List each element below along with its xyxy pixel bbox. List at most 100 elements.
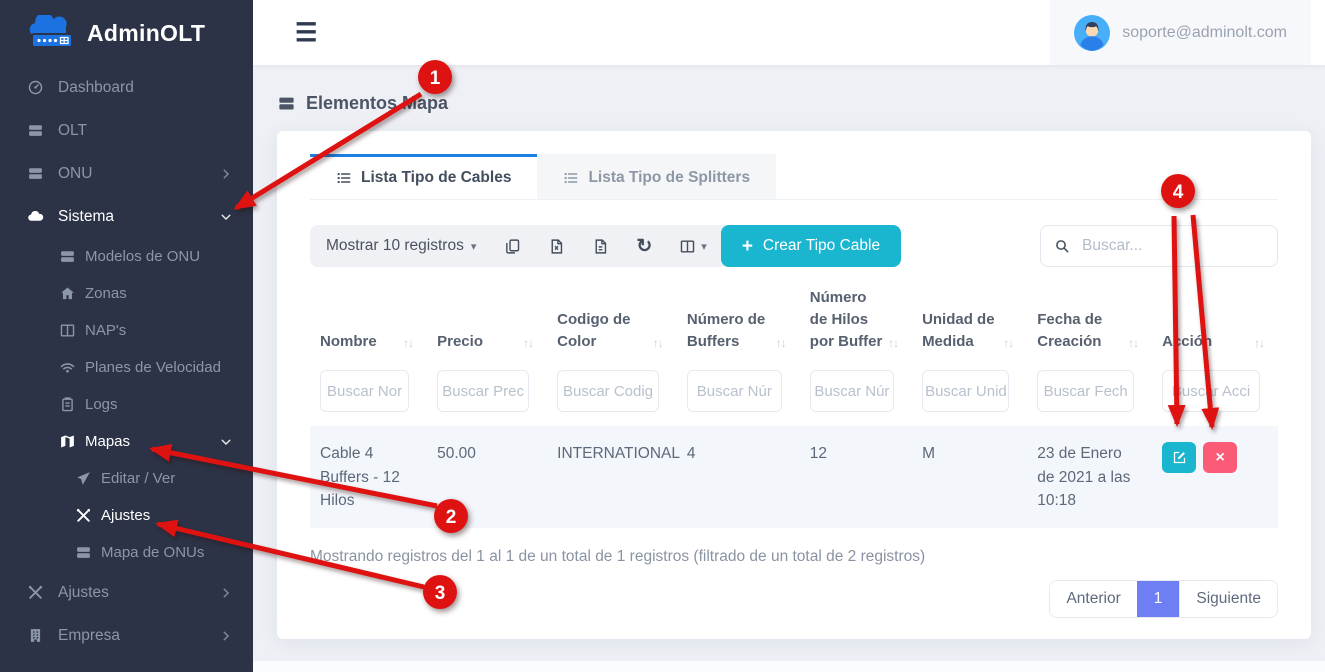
tab-lista-tipo-de-splitters[interactable]: Lista Tipo de Splitters (537, 154, 776, 199)
filter-accion-input[interactable] (1162, 370, 1260, 412)
send-icon (72, 470, 94, 487)
tab-bar: Lista Tipo de Cables Lista Tipo de Split… (310, 154, 1278, 200)
sidebar-item-zonas[interactable]: Zonas (0, 275, 253, 312)
cell-fecha: 23 de Enero de 2021 a las 10:18 (1027, 426, 1152, 528)
brand-logo-icon (26, 15, 78, 51)
pagination-page-1[interactable]: 1 (1137, 581, 1180, 617)
mapas-submenu: Editar / Ver Ajustes Mapa de ONUs (0, 460, 253, 571)
edit-button[interactable] (1162, 442, 1196, 473)
create-tipo-cable-button[interactable]: + Crear Tipo Cable (721, 225, 901, 267)
map-icon (56, 433, 78, 450)
chevron-right-icon (219, 586, 233, 600)
card: Lista Tipo de Cables Lista Tipo de Split… (277, 131, 1311, 639)
column-header-fecha-de-creacion[interactable]: Fecha de Creación↑↓ (1027, 281, 1152, 364)
filter-hilos-input[interactable] (810, 370, 894, 412)
sidebar-item-empresa[interactable]: Empresa (0, 614, 253, 657)
sidebar-item-ajustes[interactable]: Ajustes (0, 571, 253, 614)
server-icon (277, 94, 296, 113)
sort-icon: ↑↓ (888, 335, 898, 352)
refresh-button[interactable]: ↻ (636, 237, 652, 256)
list-icon (563, 170, 579, 186)
chevron-right-icon (219, 629, 233, 643)
sidebar-item-logs[interactable]: Logs (0, 386, 253, 423)
server-icon (56, 248, 78, 265)
column-header-unidad-de-medida[interactable]: Unidad de Medida↑↓ (912, 281, 1027, 364)
filter-precio-input[interactable] (437, 370, 529, 412)
brand[interactable]: AdminOLT (0, 0, 253, 66)
sort-icon: ↑↓ (1128, 335, 1138, 352)
sidebar-item-naps[interactable]: NAP's (0, 312, 253, 349)
filter-buffers-input[interactable] (687, 370, 782, 412)
column-header-codigo-de-color[interactable]: Codigo de Color↑↓ (547, 281, 677, 364)
main-area: ☰ soporte@adminolt.com Elementos Mapa (253, 0, 1325, 672)
sidebar-item-dashboard[interactable]: Dashboard (0, 66, 253, 109)
sidebar-item-mapas[interactable]: Mapas (0, 423, 253, 460)
user-email: soporte@adminolt.com (1122, 24, 1287, 42)
close-icon: × (1215, 449, 1224, 467)
column-header-numero-de-buffers[interactable]: Número de Buffers↑↓ (677, 281, 800, 364)
edit-icon (1172, 450, 1187, 465)
user-menu[interactable]: soporte@adminolt.com (1050, 0, 1311, 65)
content-area: Elementos Mapa Lista Tipo de Cables List… (253, 65, 1325, 672)
page-title: Elementos Mapa (277, 93, 1311, 114)
sidebar-item-editar-ver[interactable]: Editar / Ver (0, 460, 253, 497)
sort-icon: ↑↓ (776, 335, 786, 352)
menu-icon[interactable]: ☰ (295, 18, 317, 48)
cloud-icon (24, 208, 46, 225)
filter-nombre-input[interactable] (320, 370, 409, 412)
pagination-next[interactable]: Siguiente (1179, 581, 1277, 617)
sidebar-item-modelos-de-onu[interactable]: Modelos de ONU (0, 238, 253, 275)
search-box (1040, 225, 1278, 267)
sidebar: AdminOLT Dashboard OLT ONU Sistema (0, 0, 253, 672)
table-row: Cable 4 Buffers - 12 Hilos 50.00 INTERNA… (310, 426, 1278, 528)
avatar (1074, 15, 1110, 51)
table-info: Mostrando registros del 1 al 1 de un tot… (310, 548, 1278, 566)
column-header-precio[interactable]: Precio↑↓ (427, 281, 547, 364)
cell-num-buffers: 4 (677, 426, 800, 528)
sort-icon: ↑↓ (403, 335, 413, 352)
pagination-prev[interactable]: Anterior (1050, 581, 1136, 617)
column-header-nombre[interactable]: Nombre↑↓ (310, 281, 427, 364)
column-header-hilos-por-buffer[interactable]: Número de Hilos por Buffer↑↓ (800, 281, 912, 364)
sidebar-item-onu[interactable]: ONU (0, 152, 253, 195)
delete-button[interactable]: × (1203, 442, 1237, 473)
sort-icon: ↑↓ (1254, 335, 1264, 352)
cell-acciones: × (1152, 426, 1278, 528)
list-icon (336, 170, 352, 186)
sort-icon: ↑↓ (1003, 335, 1013, 352)
filter-unidad-input[interactable] (922, 370, 1009, 412)
sidebar-item-sistema[interactable]: Sistema (0, 195, 253, 238)
plus-icon: + (742, 237, 753, 256)
server-icon (24, 122, 46, 139)
sidebar-nav: Dashboard OLT ONU Sistema Modelos de ONU (0, 66, 253, 657)
file-icon (592, 238, 609, 255)
caret-down-icon: ▾ (471, 240, 477, 253)
column-header-accion[interactable]: Acción↑↓ (1152, 281, 1278, 364)
sidebar-item-mapa-de-onus[interactable]: Mapa de ONUs (0, 534, 253, 571)
show-entries-dropdown[interactable]: Mostrar 10 registros ▾ (326, 237, 476, 255)
copy-button[interactable] (504, 238, 521, 255)
home-icon (56, 285, 78, 302)
filter-fecha-input[interactable] (1037, 370, 1134, 412)
cables-table: Nombre↑↓ Precio↑↓ Codigo de Color↑↓ Núme… (310, 281, 1278, 528)
sidebar-item-planes-de-velocidad[interactable]: Planes de Velocidad (0, 349, 253, 386)
tab-lista-tipo-de-cables[interactable]: Lista Tipo de Cables (310, 154, 537, 199)
topbar: ☰ soporte@adminolt.com (253, 0, 1325, 65)
chevron-down-icon (219, 210, 233, 224)
chevron-right-icon (219, 167, 233, 181)
search-input[interactable] (1080, 236, 1264, 256)
filter-codigo-input[interactable] (557, 370, 659, 412)
sidebar-item-mapas-ajustes[interactable]: Ajustes (0, 497, 253, 534)
sidebar-item-olt[interactable]: OLT (0, 109, 253, 152)
copy-icon (504, 238, 521, 255)
header-row: Nombre↑↓ Precio↑↓ Codigo de Color↑↓ Núme… (310, 281, 1278, 364)
brand-name: AdminOLT (87, 20, 205, 47)
columns-icon (56, 322, 78, 339)
export-file-button[interactable] (592, 238, 609, 255)
toolbar-group: Mostrar 10 registros ▾ ↻ ▾ (310, 225, 901, 267)
file-excel-icon (548, 238, 565, 255)
column-visibility-button[interactable]: ▾ (679, 238, 707, 255)
chevron-down-icon (219, 435, 233, 449)
export-excel-button[interactable] (548, 238, 565, 255)
clipboard-icon (56, 396, 78, 413)
